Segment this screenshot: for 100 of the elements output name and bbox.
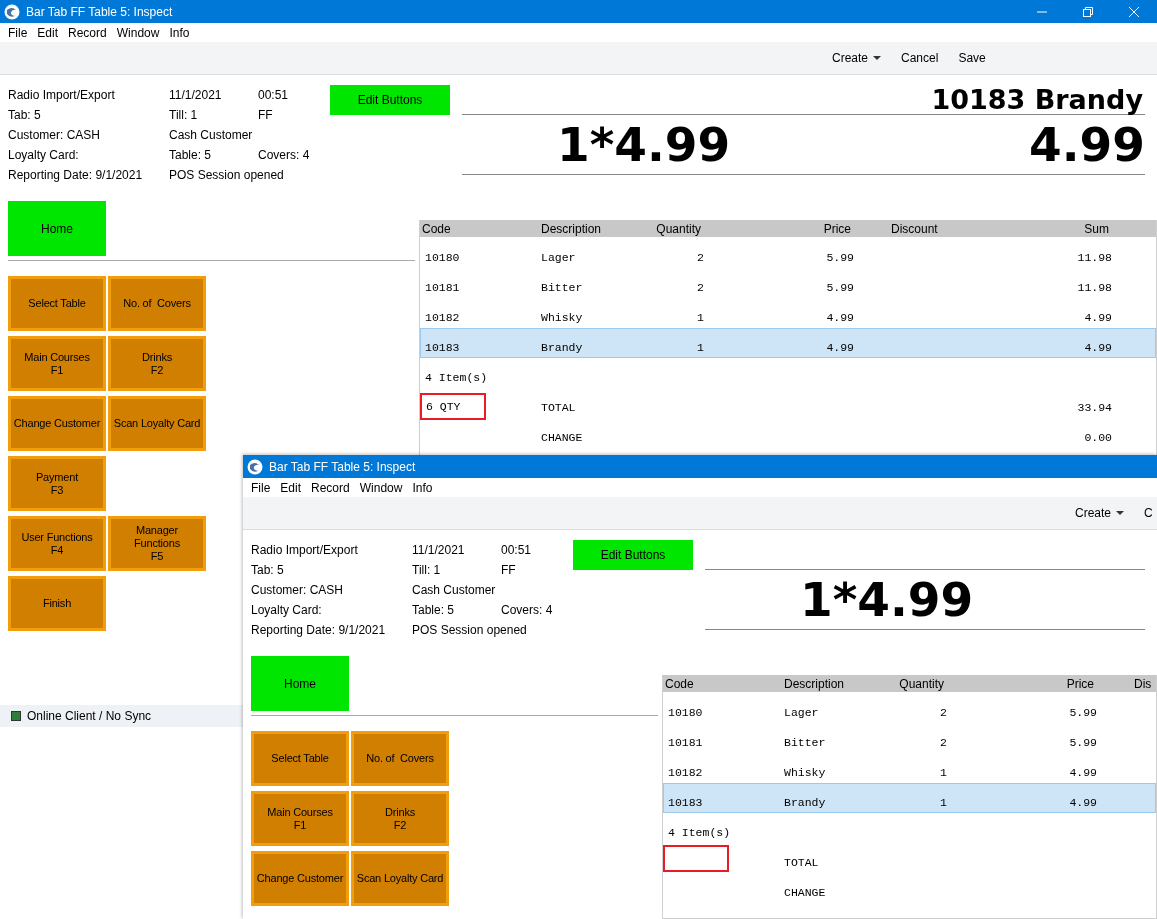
summary-label: TOTAL [541,401,576,414]
menu-item[interactable]: Info [164,25,195,40]
table-cell: 11.98 [1077,251,1112,264]
app-logo-icon [4,3,20,20]
info-text: 11/1/2021 [169,88,222,102]
menu-item[interactable]: Window [354,480,408,495]
menu-item[interactable]: Edit [32,25,64,40]
function-button[interactable]: Manager Functions F5 [108,516,206,571]
table-cell: Brandy [784,796,826,809]
info-text: POS Session opened [169,168,284,182]
table-cell: 2 [697,281,704,294]
info-text: Till: 1 [169,108,198,122]
table-cell: 5.99 [826,281,854,294]
edit-buttons-button[interactable]: Edit Buttons [330,85,450,115]
table-cell: 5.99 [1069,706,1097,719]
function-button[interactable]: Change Customer [251,851,349,906]
function-button[interactable]: Change Customer [8,396,106,451]
table-cell: 2 [940,706,947,719]
table-cell: Lager [784,706,819,719]
item-count: 4 Item(s) [425,371,488,384]
close-icon[interactable] [1129,6,1139,17]
toolbar-button[interactable]: Create [828,47,886,69]
quantity-price-display: 1*4.99 [800,572,974,627]
column-header: Quantity [899,676,944,691]
info-text: Tab: 5 [8,108,41,122]
summary-amount: 0.00 [1084,431,1112,444]
function-button[interactable]: Main Courses F1 [251,791,349,846]
info-text: Cash Customer [169,128,253,142]
function-button[interactable]: Main Courses F1 [8,336,106,391]
caret-icon [873,56,882,60]
table-cell: 1 [940,796,947,809]
summary-label: CHANGE [784,886,826,899]
toolbar-button[interactable]: Create [1071,502,1129,524]
function-button[interactable]: Select Table [8,276,106,331]
function-button[interactable]: Drinks F2 [351,791,449,846]
table-row[interactable]: 10180 Lager 2 5.99 11.98 [420,238,1156,268]
info-text: FF [258,108,273,122]
info-text: 00:51 [501,543,532,557]
info-text: Reporting Date: 9/1/2021 [8,168,143,182]
table-row[interactable]: 10181 Bitter 2 5.99 11.98 [420,268,1156,298]
home-button[interactable]: Home [251,656,349,711]
info-text: Customer: CASH [8,128,101,142]
menu-item[interactable]: Record [63,25,112,40]
app-logo-icon [247,458,263,475]
info-text: Covers: 4 [258,148,310,162]
table-cell: 10183 [668,796,703,809]
table-row[interactable]: 10180 Lager 2 5.99 [663,693,1156,723]
table-cell: 10180 [425,251,460,264]
column-header: Price [823,221,851,236]
menu-item[interactable]: Edit [275,480,307,495]
table-cell: 10183 [425,341,460,354]
table-row[interactable]: 10182 Whisky 1 4.99 [663,753,1156,783]
table-row[interactable]: 10183 Brandy 1 4.99 4.99 [420,328,1156,358]
function-button[interactable]: Scan Loyalty Card [351,851,449,906]
home-button[interactable]: Home [8,201,106,256]
column-header: Price [1066,676,1094,691]
toolbar-button[interactable]: Cancel [897,47,943,69]
function-button[interactable]: No. of Covers [108,276,206,331]
table-row[interactable]: 10182 Whisky 1 4.99 4.99 [420,298,1156,328]
table-cell: Lager [541,251,576,264]
table-cell: 10180 [668,706,703,719]
table-cell: 10182 [425,311,460,324]
table-cell: 10182 [668,766,703,779]
menu-item[interactable]: File [3,25,33,40]
status-text: Online Client / No Sync [27,709,152,723]
item-count: 4 Item(s) [668,826,731,839]
restore-icon[interactable] [1083,6,1093,17]
window-title: Bar Tab FF Table 5: Inspect [269,459,417,474]
function-button[interactable]: Scan Loyalty Card [108,396,206,451]
table-cell: Whisky [541,311,583,324]
toolbar-button[interactable]: Save [954,47,990,69]
table-cell: 5.99 [826,251,854,264]
menu-item[interactable]: Info [407,480,438,495]
column-header: Code [422,221,451,236]
table-cell: 2 [697,251,704,264]
function-button[interactable]: Payment F3 [8,456,106,511]
function-button[interactable]: User Functions F4 [8,516,106,571]
function-button[interactable]: No. of Covers [351,731,449,786]
column-header: Description [541,221,602,236]
info-text: Till: 1 [412,563,441,577]
caret-icon [1116,511,1125,515]
info-text: 11/1/2021 [412,543,465,557]
table-row[interactable]: 10183 Brandy 1 4.99 [663,783,1156,813]
toolbar-button[interactable]: C [1140,502,1157,524]
quantity-price-display: 1*4.99 [557,117,731,172]
table-cell: 4.99 [1069,796,1097,809]
table-row[interactable]: 10181 Bitter 2 5.99 [663,723,1156,753]
table-cell: 1 [940,766,947,779]
menu-item[interactable]: Window [111,25,165,40]
function-button[interactable]: Finish [8,576,106,631]
edit-buttons-button[interactable]: Edit Buttons [573,540,693,570]
column-header: Sum [1084,221,1109,236]
function-button[interactable]: Select Table [251,731,349,786]
table-cell: Bitter [541,281,583,294]
function-button[interactable]: Drinks F2 [108,336,206,391]
menu-item[interactable]: Record [306,480,355,495]
menu-item[interactable]: File [246,480,276,495]
info-text: Radio Import/Export [8,88,115,102]
column-header: Discount [891,221,938,236]
info-text: FF [501,563,516,577]
